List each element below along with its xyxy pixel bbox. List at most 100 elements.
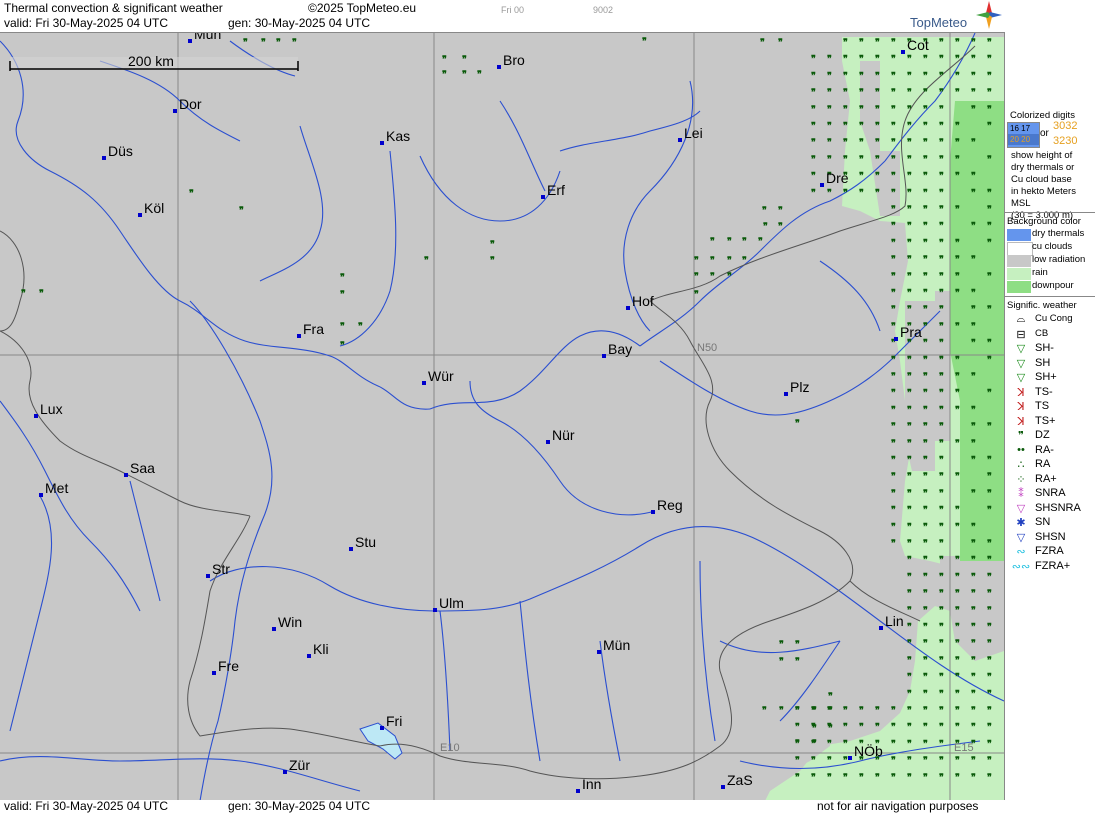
drizzle-marker: ❞ [939,54,944,64]
drizzle-marker: ❞ [923,104,928,114]
drizzle-marker: ❞ [907,438,912,448]
drizzle-marker: ❞ [276,37,281,47]
map-footer: valid: Fri 30-May-2025 04 UTC gen: 30-Ma… [0,799,1095,814]
drizzle-marker: ❞ [907,638,912,648]
drizzle-marker: ❞ [762,205,767,215]
drizzle-marker: ❞ [923,221,928,231]
city-label: Met [45,480,68,496]
drizzle-marker: ❞ [971,187,976,197]
drizzle-marker: ❞ [955,655,960,665]
drizzle-marker: ❞ [971,722,976,732]
drizzle-marker: ❞ [939,571,944,581]
city-label: Lux [40,401,63,417]
drizzle-marker: ❞ [987,555,992,565]
legend-digit-box-top: 16 17 [1010,124,1031,133]
drizzle-marker: ❞ [261,37,266,47]
legend-wx-item: ꓘ TS- [1009,386,1095,401]
legend-digits-b: 3230 [1053,135,1078,147]
drizzle-marker: ❞ [907,521,912,531]
drizzle-marker: ❞ [875,70,880,80]
drizzle-marker: ❞ [971,455,976,465]
drizzle-marker: ❞ [923,271,928,281]
drizzle-marker: ❞ [955,288,960,298]
drizzle-marker: ❞ [955,605,960,615]
city-nob: NÖb [848,742,883,760]
drizzle-marker: ❞ [939,87,944,97]
drizzle-marker: ❞ [971,321,976,331]
drizzle-marker: ❞ [907,371,912,381]
drizzle-marker: ❞ [891,471,896,481]
run-tag: Fri 00 [501,5,525,15]
drizzle-marker: ❞ [875,154,880,164]
drizzle-marker: ❞ [939,505,944,515]
legend-wx-label: TS+ [1035,414,1056,427]
drizzle-marker: ❞ [907,288,912,298]
drizzle-marker: ❞ [727,271,732,281]
drizzle-marker: ❞ [891,371,896,381]
city-marker [721,785,725,789]
city-label: Dor [179,96,202,112]
city-label: Zür [289,757,310,773]
drizzle-marker: ❞ [490,239,495,249]
drizzle-marker: ❞ [987,538,992,548]
drizzle-marker: ❞ [843,121,848,131]
city-label: Bay [608,341,632,357]
drizzle-marker: ❞ [987,588,992,598]
drizzle-marker: ❞ [987,54,992,64]
drizzle-marker: ❞ [923,304,928,314]
drizzle-marker: ❞ [923,538,928,548]
legend-swatch [1007,242,1033,256]
drizzle-marker: ❞ [811,104,816,114]
legend-divider [1005,212,1095,213]
drizzle-marker: ❞ [971,538,976,548]
drizzle-marker: ❞ [987,354,992,364]
city-marker [283,770,287,774]
city-marker [34,414,38,418]
drizzle-marker: ❞ [907,488,912,498]
drizzle-marker: ❞ [907,54,912,64]
drizzle-marker: ❞ [875,121,880,131]
drizzle-marker: ❞ [843,87,848,97]
drizzle-marker: ❞ [939,70,944,80]
drizzle-marker: ❞ [778,221,783,231]
drizzle-marker: ❞ [811,171,816,181]
drizzle-marker: ❞ [939,638,944,648]
city-lin: Lin [879,613,904,630]
drizzle-marker: ❞ [923,421,928,431]
drizzle-marker: ❞ [971,588,976,598]
city-label: Hof [632,293,654,309]
legend-wx-item: ▽ SHSN [1009,531,1095,546]
drizzle-marker: ❞ [358,321,363,331]
legend-wx-label: SNRA [1035,487,1066,499]
drizzle-marker: ❞ [971,488,976,498]
city-fre: Fre [212,658,239,675]
drizzle-marker: ❞ [955,321,960,331]
city-zas: ZaS [721,772,753,789]
drizzle-marker: ❞ [955,672,960,682]
city-met: Met [39,480,68,497]
drizzle-marker: ❞ [971,622,976,632]
drizzle-marker: ❞ [939,221,944,231]
city-marker [894,337,898,341]
city-label: Fri [386,713,402,729]
drizzle-marker: ❞ [987,237,992,247]
drizzle-marker: ❞ [694,271,699,281]
drizzle-marker: ❞ [907,772,912,782]
map-header: Thermal convection & significant weather… [0,0,1095,32]
city-kol: Köl [138,200,164,217]
city-mun-north: Mün [188,33,221,43]
drizzle-marker: ❞ [939,488,944,498]
drizzle-marker: ❞ [907,421,912,431]
drizzle-marker: ❞ [971,54,976,64]
drizzle-marker: ❞ [923,722,928,732]
city-label: Saa [130,460,155,476]
drizzle-marker: ❞ [891,738,896,748]
drizzle-marker: ❞ [971,137,976,147]
drizzle-marker: ❞ [971,571,976,581]
drizzle-marker: ❞ [763,221,768,231]
drizzle-marker: ❞ [795,738,800,748]
drizzle-marker: ❞ [795,639,800,649]
drizzle-marker: ❞ [923,237,928,247]
drizzle-marker: ❞ [907,404,912,414]
city-marker [541,195,545,199]
